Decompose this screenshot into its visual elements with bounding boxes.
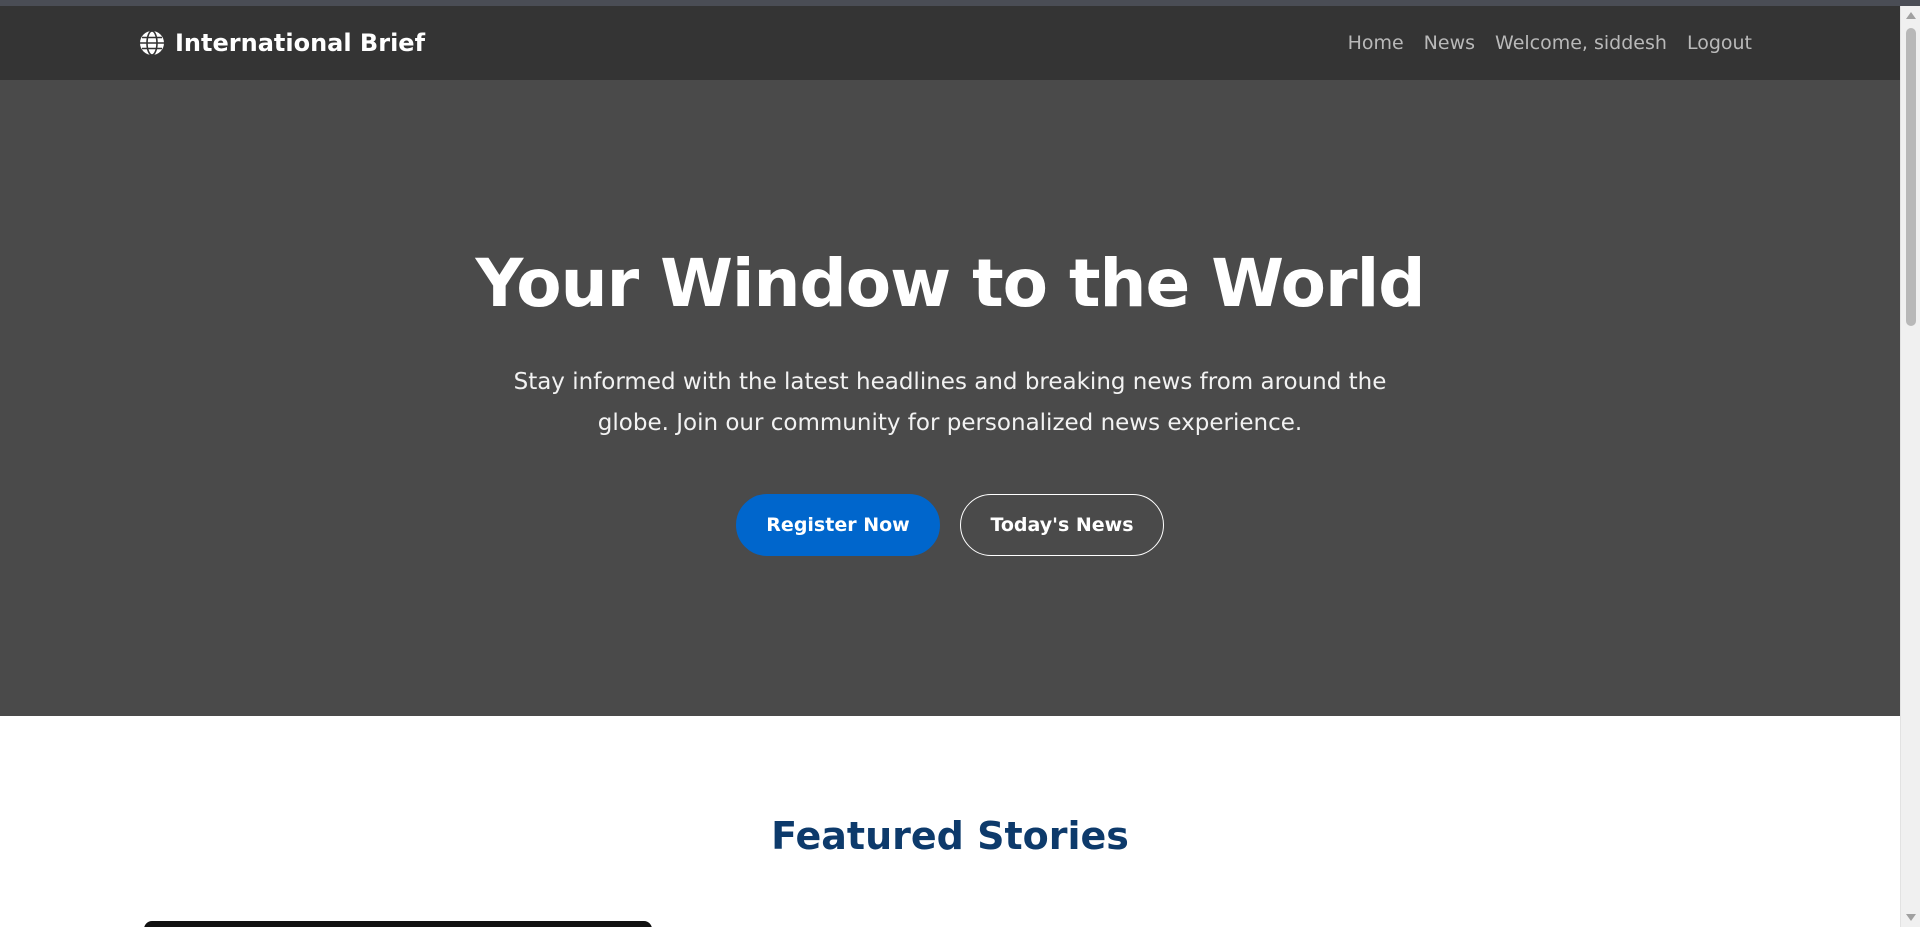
page: International Brief Home News Welcome, s…: [0, 6, 1900, 927]
vertical-scrollbar[interactable]: [1900, 6, 1920, 927]
brand-link[interactable]: International Brief: [139, 28, 425, 58]
globe-icon: [139, 30, 165, 56]
featured-stories-heading: Featured Stories: [771, 814, 1129, 858]
register-now-button[interactable]: Register Now: [736, 494, 940, 556]
story-card-image[interactable]: [144, 921, 652, 927]
hero-title: Your Window to the World: [475, 245, 1426, 322]
brand-name: International Brief: [175, 29, 426, 57]
todays-news-button[interactable]: Today's News: [960, 494, 1164, 556]
scrollbar-thumb[interactable]: [1906, 28, 1916, 326]
nav-link-news[interactable]: News: [1424, 32, 1475, 54]
nav-link-logout[interactable]: Logout: [1687, 32, 1752, 54]
featured-section: Featured Stories: [0, 716, 1900, 927]
scroll-down-icon[interactable]: [1906, 914, 1916, 921]
nav-link-home[interactable]: Home: [1348, 32, 1404, 54]
hero-section: Your Window to the World Stay informed w…: [0, 80, 1900, 716]
hero-buttons: Register Now Today's News: [0, 494, 1900, 556]
hero-subtitle: Stay informed with the latest headlines …: [513, 369, 1387, 436]
navbar: International Brief Home News Welcome, s…: [0, 6, 1900, 80]
nav-welcome-user[interactable]: Welcome, siddesh: [1495, 32, 1667, 54]
scroll-up-icon[interactable]: [1906, 12, 1916, 19]
nav-links: Home News Welcome, siddesh Logout: [1348, 28, 1752, 58]
